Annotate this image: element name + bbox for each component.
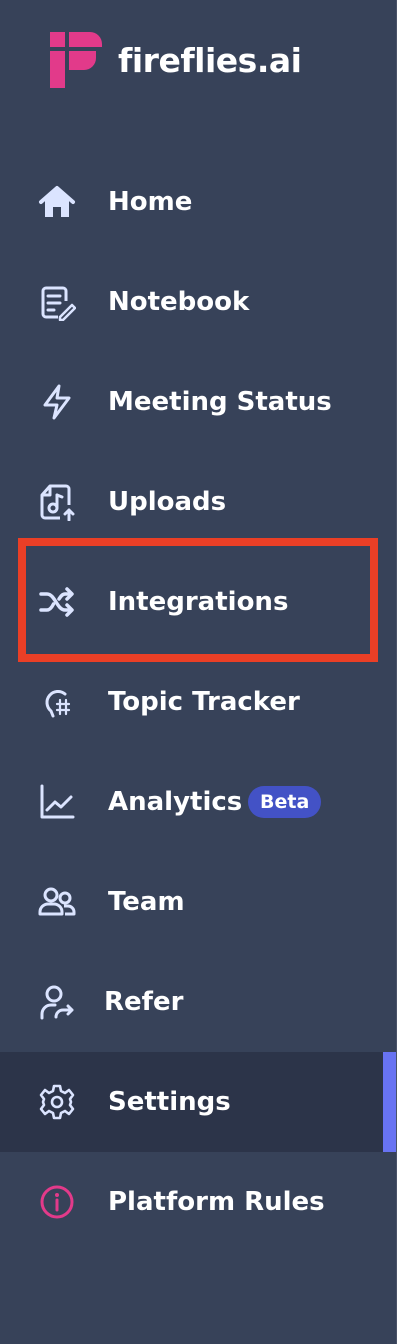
beta-badge: Beta <box>248 786 322 818</box>
refer-icon <box>38 983 76 1021</box>
info-icon <box>38 1183 76 1221</box>
sidebar-item-label: Platform Rules <box>108 1187 325 1217</box>
sidebar-item-label: Meeting Status <box>108 387 332 417</box>
brand-logo[interactable]: fireflies.ai <box>50 32 302 88</box>
sidebar-nav: Home Notebook Meeting Status Uploads Int… <box>0 152 396 1252</box>
sidebar-item-topic-tracker[interactable]: Topic Tracker <box>0 652 396 752</box>
sidebar-item-label: Analytics <box>108 787 243 817</box>
sidebar-item-analytics[interactable]: Analytics Beta <box>0 752 396 852</box>
sidebar-item-notebook[interactable]: Notebook <box>0 252 396 352</box>
lightning-icon <box>38 383 76 421</box>
sidebar-item-label: Home <box>108 187 193 217</box>
sidebar-item-integrations[interactable]: Integrations <box>0 552 396 652</box>
sidebar-item-team[interactable]: Team <box>0 852 396 952</box>
sidebar-item-label: Settings <box>108 1087 231 1117</box>
sidebar: fireflies.ai Home Notebook Meeting Statu… <box>0 0 396 1344</box>
sidebar-item-label: Team <box>108 887 185 917</box>
sidebar-item-label: Uploads <box>108 487 227 517</box>
team-icon <box>38 883 76 921</box>
sidebar-item-uploads[interactable]: Uploads <box>0 452 396 552</box>
notebook-icon <box>38 283 76 321</box>
sidebar-item-meeting-status[interactable]: Meeting Status <box>0 352 396 452</box>
active-indicator <box>383 1052 396 1152</box>
gear-icon <box>38 1083 76 1121</box>
topic-tracker-icon <box>38 683 76 721</box>
upload-music-file-icon <box>38 483 76 521</box>
home-icon <box>38 183 76 221</box>
sidebar-divider <box>396 0 397 1344</box>
sidebar-item-refer[interactable]: Refer <box>0 952 396 1052</box>
fireflies-logo-icon <box>50 32 102 88</box>
sidebar-item-label: Integrations <box>108 587 289 617</box>
sidebar-item-label: Refer <box>104 987 184 1017</box>
sidebar-item-settings[interactable]: Settings <box>0 1052 396 1152</box>
analytics-chart-icon <box>38 783 76 821</box>
sidebar-item-label: Topic Tracker <box>108 687 300 717</box>
sidebar-item-platform-rules[interactable]: Platform Rules <box>0 1152 396 1252</box>
brand-name: fireflies.ai <box>118 40 302 80</box>
shuffle-icon <box>38 583 76 621</box>
sidebar-item-home[interactable]: Home <box>0 152 396 252</box>
sidebar-item-label: Notebook <box>108 287 250 317</box>
